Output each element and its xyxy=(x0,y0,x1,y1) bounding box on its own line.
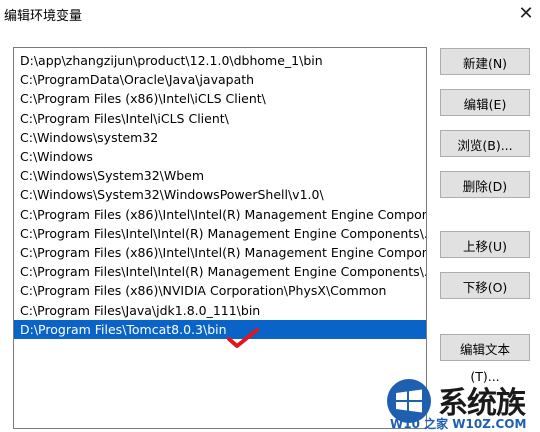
path-row-selected[interactable]: D:\Program Files\Tomcat8.0.3\bin xyxy=(14,319,426,339)
path-row[interactable]: C:\Program Files (x86)\Intel\Intel(R) Ma… xyxy=(14,243,426,262)
path-row[interactable]: C:\Program Files\Java\jdk1.8.0_111\bin xyxy=(14,301,426,320)
path-row[interactable]: C:\Program Files (x86)\Intel\iCLS Client… xyxy=(14,89,426,108)
edit-text-button[interactable]: 编辑文本(T)... xyxy=(440,334,530,384)
watermark-url: W10 之家 W10Z.COM xyxy=(390,417,527,431)
path-row[interactable]: C:\Program Files\Intel\Intel(R) Manageme… xyxy=(14,224,426,243)
path-row[interactable]: C:\Windows\system32 xyxy=(14,128,426,147)
path-row[interactable]: C:\Program Files\Intel\iCLS Client\ xyxy=(14,109,426,128)
move-up-button[interactable]: 上移(U) xyxy=(440,231,530,258)
delete-button[interactable]: 删除(D) xyxy=(440,171,530,198)
path-row[interactable]: C:\ProgramData\Oracle\Java\javapath xyxy=(14,70,426,89)
red-checkmark-annotation xyxy=(227,328,259,348)
path-row[interactable]: C:\Program Files (x86)\NVIDIA Corporatio… xyxy=(14,281,426,300)
watermark-logo: 系统族 W10 之家 W10Z.COM xyxy=(386,376,540,431)
path-row[interactable]: C:\Windows xyxy=(14,147,426,166)
new-button[interactable]: 新建(N) xyxy=(440,48,530,75)
path-row[interactable]: D:\app\zhangzijun\product\12.1.0\dbhome_… xyxy=(14,51,426,70)
edit-button[interactable]: 编辑(E) xyxy=(440,89,530,116)
dialog-title: 编辑环境变量 xyxy=(4,9,83,24)
browse-button[interactable]: 浏览(B)... xyxy=(440,130,530,157)
move-down-button[interactable]: 下移(O) xyxy=(440,272,530,299)
path-row[interactable]: C:\Program Files (x86)\Intel\Intel(R) Ma… xyxy=(14,205,426,224)
path-list[interactable]: D:\app\zhangzijun\product\12.1.0\dbhome_… xyxy=(13,47,427,429)
path-row[interactable]: C:\Program Files\Intel\Intel(R) Manageme… xyxy=(14,262,426,281)
close-icon[interactable]: ✕ xyxy=(514,2,538,26)
path-row[interactable]: C:\Windows\System32\Wbem xyxy=(14,166,426,185)
title-bar: 编辑环境变量 ✕ xyxy=(0,0,540,30)
path-row[interactable]: C:\Windows\System32\WindowsPowerShell\v1… xyxy=(14,185,426,204)
